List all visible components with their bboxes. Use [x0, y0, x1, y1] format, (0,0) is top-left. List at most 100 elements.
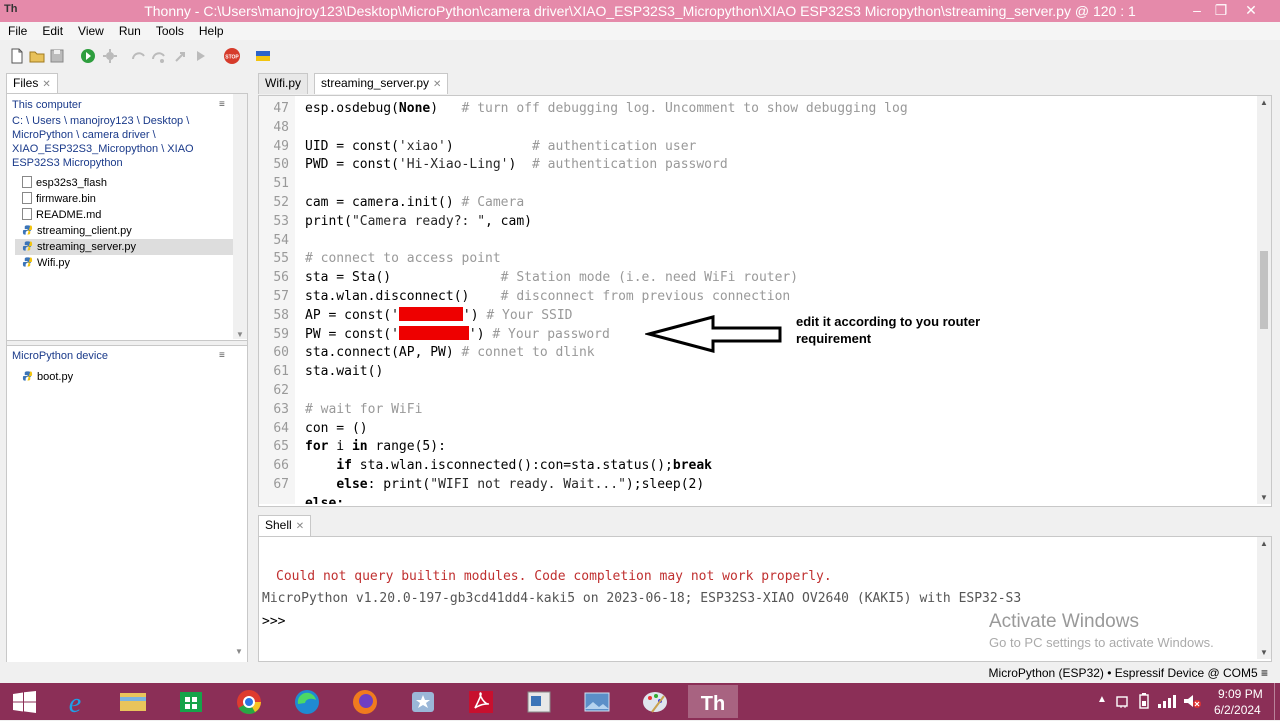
- code-editor[interactable]: 47 48 49 50 51 52 53 54 55 56 57 58 59 6…: [258, 95, 1272, 507]
- file-item-streaming-client[interactable]: streaming_client.py: [22, 223, 132, 239]
- network-tray-icon[interactable]: [1115, 693, 1131, 709]
- taskbar-edge[interactable]: [282, 685, 332, 718]
- menu-edit[interactable]: Edit: [34, 22, 70, 38]
- edge-icon: [295, 690, 319, 714]
- interpreter-status[interactable]: MicroPython (ESP32) • Espressif Device @…: [989, 666, 1268, 680]
- code-comment: # Station mode (i.e. need WiFi router): [500, 270, 799, 286]
- close-icon[interactable]: ✕: [296, 521, 304, 532]
- taskbar-internet-explorer[interactable]: e: [50, 685, 100, 719]
- code-comment: # disconnect from previous connection: [500, 289, 791, 304]
- scroll-up-icon[interactable]: ▲: [1260, 98, 1268, 107]
- chrome-icon: [237, 690, 261, 715]
- scrollbar-thumb[interactable]: [1260, 251, 1268, 329]
- file-item-readme[interactable]: README.md: [22, 207, 101, 223]
- current-path[interactable]: C: \ Users \ manojroy123 \ Desktop \ Mic…: [12, 114, 237, 170]
- maximize-button[interactable]: ❐: [1206, 0, 1236, 22]
- shell-prompt[interactable]: >>>: [262, 614, 285, 629]
- title-bar: Th Thonny - C:\Users\manojroy123\Desktop…: [0, 0, 1280, 22]
- taskbar-paint[interactable]: [630, 685, 680, 718]
- code-keyword: None: [398, 101, 431, 116]
- files-scrollbar[interactable]: ▼: [233, 94, 247, 339]
- open-folder-icon[interactable]: [28, 47, 46, 65]
- file-item-esp32s3-flash[interactable]: esp32s3_flash: [22, 175, 107, 191]
- file-item-firmware-bin[interactable]: firmware.bin: [22, 191, 96, 207]
- scroll-down-icon[interactable]: ▼: [1260, 493, 1268, 502]
- taskbar-firefox[interactable]: [340, 685, 390, 718]
- photos-icon: [584, 692, 610, 712]
- tab-streaming-server-py[interactable]: streaming_server.py ✕: [314, 73, 449, 94]
- panel-splitter[interactable]: [7, 340, 247, 346]
- scroll-down-icon[interactable]: ▼: [236, 330, 244, 339]
- editor-scrollbar[interactable]: ▲ ▼: [1257, 96, 1271, 504]
- line-number: 60: [273, 345, 289, 361]
- taskbar-store[interactable]: [166, 685, 216, 718]
- taskbar-photos[interactable]: [572, 685, 622, 718]
- file-item-wifi[interactable]: Wifi.py: [22, 255, 70, 271]
- shell-panel[interactable]: Could not query builtin modules. Code co…: [258, 536, 1272, 662]
- new-file-icon[interactable]: [8, 47, 26, 65]
- taskbar-app-star[interactable]: [398, 685, 448, 718]
- activate-windows-subtitle: Go to PC settings to activate Windows.: [989, 635, 1214, 650]
- hamburger-menu-icon[interactable]: ≡: [219, 99, 225, 110]
- tab-label: Wifi.py: [265, 76, 301, 90]
- start-button[interactable]: [0, 685, 50, 718]
- svg-text:STOP: STOP: [225, 55, 239, 61]
- debug-icon[interactable]: [101, 47, 119, 65]
- step-out-icon[interactable]: [172, 47, 190, 65]
- annotation-text: edit it according to you router requirem…: [796, 314, 981, 346]
- stop-icon[interactable]: STOP: [223, 47, 241, 65]
- file-item-streaming-server[interactable]: streaming_server.py: [15, 239, 247, 255]
- show-hidden-icons-icon[interactable]: ▲: [1097, 694, 1107, 705]
- line-number: 63: [273, 401, 289, 417]
- code-text: sta.wlan.isconnected():con=sta.status();: [351, 458, 673, 474]
- taskbar: e Th ▲ 9:09 PM 6/2/2024: [0, 683, 1280, 720]
- tab-files[interactable]: Files ✕: [6, 73, 58, 94]
- hamburger-menu-icon[interactable]: ≡: [219, 350, 225, 361]
- volume-muted-icon[interactable]: [1182, 693, 1202, 709]
- code-comment: # Camera: [461, 195, 525, 210]
- code-text: , cam): [485, 213, 532, 229]
- wifi-signal-icon[interactable]: [1157, 693, 1177, 709]
- close-icon[interactable]: ✕: [42, 79, 50, 90]
- menu-tools[interactable]: Tools: [148, 22, 191, 38]
- taskbar-acrobat[interactable]: [456, 685, 506, 718]
- scroll-down-icon[interactable]: ▼: [235, 647, 243, 656]
- tab-wifi-py[interactable]: Wifi.py: [258, 73, 308, 94]
- code-text: PW = const(: [305, 326, 392, 342]
- scroll-down-icon[interactable]: ▼: [1260, 648, 1268, 657]
- menu-view[interactable]: View: [70, 22, 111, 38]
- close-button[interactable]: ✕: [1236, 0, 1266, 22]
- clock-time[interactable]: 9:09 PM: [1218, 687, 1263, 701]
- battery-icon[interactable]: [1137, 692, 1151, 710]
- line-number: 67: [273, 477, 289, 492]
- save-icon[interactable]: [48, 47, 66, 65]
- taskbar-file-explorer[interactable]: [108, 685, 158, 718]
- shell-scrollbar[interactable]: ▲ ▼: [1257, 537, 1271, 659]
- run-icon[interactable]: [79, 47, 97, 65]
- show-desktop-button[interactable]: [1274, 683, 1280, 720]
- menu-run[interactable]: Run: [111, 22, 148, 38]
- taskbar-chrome[interactable]: [224, 685, 274, 718]
- scroll-up-icon[interactable]: ▲: [1260, 539, 1268, 548]
- taskbar-thonny[interactable]: Th: [688, 685, 738, 718]
- file-item-boot[interactable]: boot.py: [22, 369, 73, 385]
- tab-shell[interactable]: Shell ✕: [258, 515, 312, 536]
- code-comment: # authentication user: [531, 138, 697, 154]
- menu-file[interactable]: File: [0, 22, 34, 38]
- svg-text:e: e: [69, 688, 81, 718]
- line-number: 58: [273, 307, 289, 323]
- code-line: PW = const(' ') # Your password: [305, 325, 610, 345]
- close-icon[interactable]: ✕: [433, 79, 441, 90]
- line-number: 61: [273, 364, 289, 380]
- code-comment: # wait for WiFi: [305, 401, 423, 417]
- clock-date[interactable]: 6/2/2024: [1214, 703, 1261, 717]
- taskbar-document[interactable]: [514, 685, 564, 718]
- resume-icon[interactable]: [192, 47, 210, 65]
- menu-help[interactable]: Help: [191, 22, 231, 38]
- step-into-icon[interactable]: [150, 47, 168, 65]
- step-over-icon[interactable]: [130, 47, 148, 65]
- code-line: print("Camera ready?: ", cam): [305, 213, 532, 232]
- code-string: 'Hi-Xiao-Ling': [398, 157, 509, 173]
- code-text: ): [476, 326, 493, 342]
